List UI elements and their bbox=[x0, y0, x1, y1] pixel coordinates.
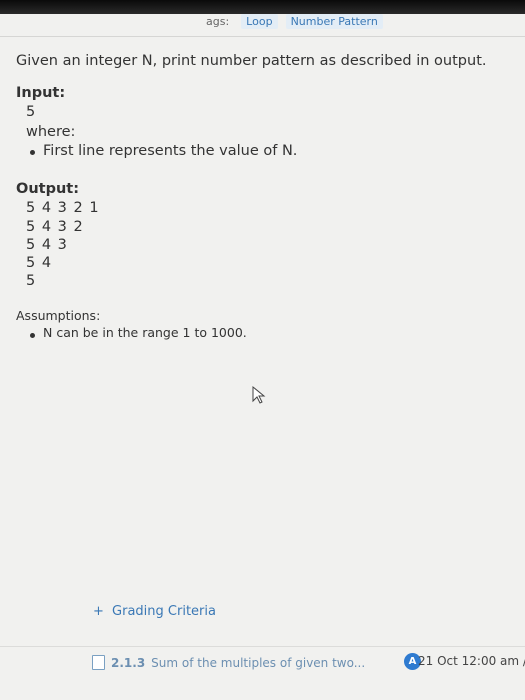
divider bbox=[0, 36, 525, 37]
assumption-bullet: N can be in the range 1 to 1000. bbox=[16, 325, 516, 342]
tags-label: ags: bbox=[206, 15, 230, 28]
output-line: 5 4 bbox=[26, 254, 53, 271]
bullet-icon bbox=[30, 150, 35, 156]
assumptions-label: Assumptions: bbox=[16, 308, 101, 323]
next-item-title: Sum of the multiples of given two... bbox=[151, 655, 366, 670]
tag-bar: ags: Loop Number Pattern bbox=[206, 14, 383, 29]
output-line: 5 4 3 2 bbox=[26, 218, 84, 235]
problem-description: Given an integer N, print number pattern… bbox=[16, 53, 487, 69]
input-bullet-text: First line represents the value of N. bbox=[43, 143, 298, 160]
output-line: 5 bbox=[26, 272, 37, 289]
tag-loop[interactable]: Loop bbox=[241, 14, 278, 29]
plus-icon: + bbox=[93, 604, 104, 619]
output-line: 5 4 3 bbox=[26, 236, 68, 253]
assumption-bullet-text: N can be in the range 1 to 1000. bbox=[43, 324, 247, 340]
grading-criteria-label: Grading Criteria bbox=[112, 604, 216, 619]
input-bullet: First line represents the value of N. bbox=[16, 142, 516, 162]
output-line: 5 4 3 2 1 bbox=[26, 200, 100, 217]
input-label: Input: bbox=[16, 84, 66, 101]
due-date: 21 Oct 12:00 am / + bbox=[418, 654, 525, 668]
next-item-number: 2.1.3 bbox=[111, 655, 146, 670]
tag-number-pattern[interactable]: Number Pattern bbox=[285, 14, 383, 29]
problem-statement: Given an integer N, print number pattern… bbox=[16, 52, 516, 342]
footer-divider bbox=[0, 646, 525, 647]
input-value: 5 bbox=[26, 104, 36, 121]
bullet-icon bbox=[30, 332, 35, 338]
mouse-cursor-icon bbox=[252, 385, 266, 404]
next-item-link[interactable]: 2.1.3 Sum of the multiples of given two.… bbox=[92, 655, 365, 670]
document-icon bbox=[92, 655, 105, 670]
where-label: where: bbox=[26, 123, 76, 140]
screen-top-bezel bbox=[0, 0, 525, 14]
grading-criteria-toggle[interactable]: + Grading Criteria bbox=[93, 604, 216, 619]
output-label: Output: bbox=[16, 180, 80, 197]
